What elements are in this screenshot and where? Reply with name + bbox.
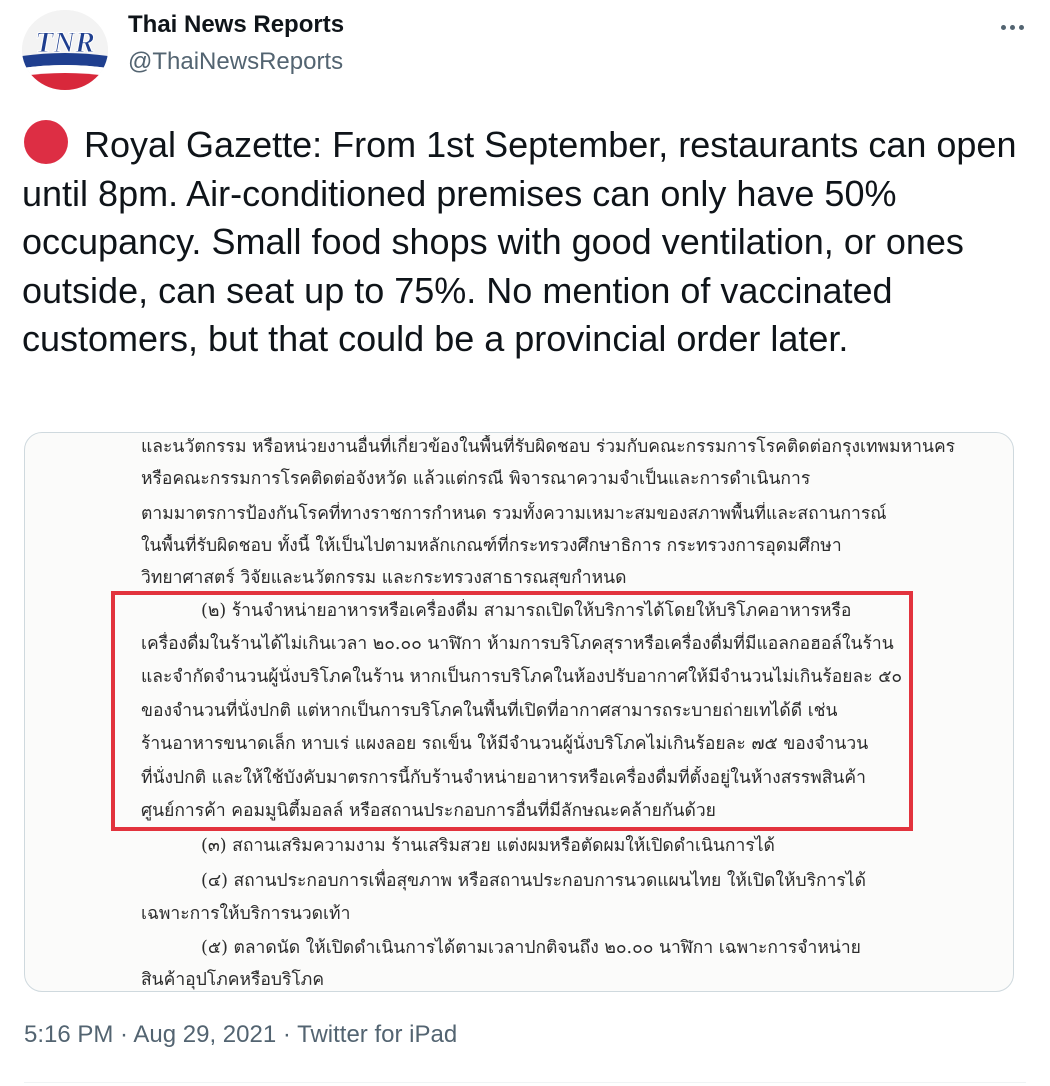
tweet-timestamp: 5:16 PM · Aug 29, 2021 · Twitter for iPa… xyxy=(24,1018,457,1052)
doc-line: วิทยาศาสตร์ วิจัยและนวัตกรรม และกระทรวงส… xyxy=(141,568,627,588)
tweet-source-link[interactable]: Twitter for iPad xyxy=(297,1021,457,1048)
more-dot-icon xyxy=(1018,24,1024,30)
doc-line: เฉพาะการให้บริการนวดเท้า xyxy=(141,904,351,924)
tweet-body: Royal Gazette: From 1st September, resta… xyxy=(22,124,1017,359)
meta-separator: · xyxy=(113,1021,134,1048)
tweet-image[interactable]: และนวัตกรรม หรือหน่วยงานอื่นที่เกี่ยวข้อ… xyxy=(24,432,1014,992)
author-handle[interactable]: @ThaiNewsReports xyxy=(128,46,343,78)
highlight-box xyxy=(111,591,913,831)
doc-line: สินค้าอุปโภคหรือบริโภค xyxy=(141,970,325,990)
avatar-text: TNR xyxy=(35,26,95,59)
more-dot-icon xyxy=(1000,24,1006,30)
doc-line: (๕) ตลาดนัด ให้เปิดดำเนินการได้ตามเวลาปก… xyxy=(201,938,861,958)
author-avatar[interactable]: TNR xyxy=(22,10,108,90)
tweet-time-link[interactable]: 5:16 PM xyxy=(24,1021,113,1048)
more-dot-icon xyxy=(1009,24,1015,30)
meta-separator: · xyxy=(276,1021,298,1048)
red-circle-icon xyxy=(22,118,70,166)
divider xyxy=(24,1082,1026,1083)
more-options-button[interactable] xyxy=(992,12,1032,42)
doc-line: ตามมาตรการป้องกันโรคที่ทางราชการกำหนด รว… xyxy=(141,504,887,524)
doc-line: (๔) สถานประกอบการเพื่อสุขภาพ หรือสถานประ… xyxy=(201,871,866,891)
author-name[interactable]: Thai News Reports xyxy=(128,10,344,40)
doc-line: หรือคณะกรรมการโรคติดต่อจังหวัด แล้วแต่กร… xyxy=(141,469,811,489)
doc-line: ในพื้นที่รับผิดชอบ ทั้งนี้ ให้เป็นไปตามห… xyxy=(141,536,842,556)
doc-line: (๓) สถานเสริมความงาม ร้านเสริมสวย แต่งผม… xyxy=(201,836,775,856)
doc-line: และนวัตกรรม หรือหน่วยงานอื่นที่เกี่ยวข้อ… xyxy=(141,437,956,457)
tnr-logo-icon: TNR xyxy=(22,10,108,90)
tweet-text: Royal Gazette: From 1st September, resta… xyxy=(22,118,1022,364)
tweet-date-link[interactable]: Aug 29, 2021 xyxy=(133,1021,276,1048)
